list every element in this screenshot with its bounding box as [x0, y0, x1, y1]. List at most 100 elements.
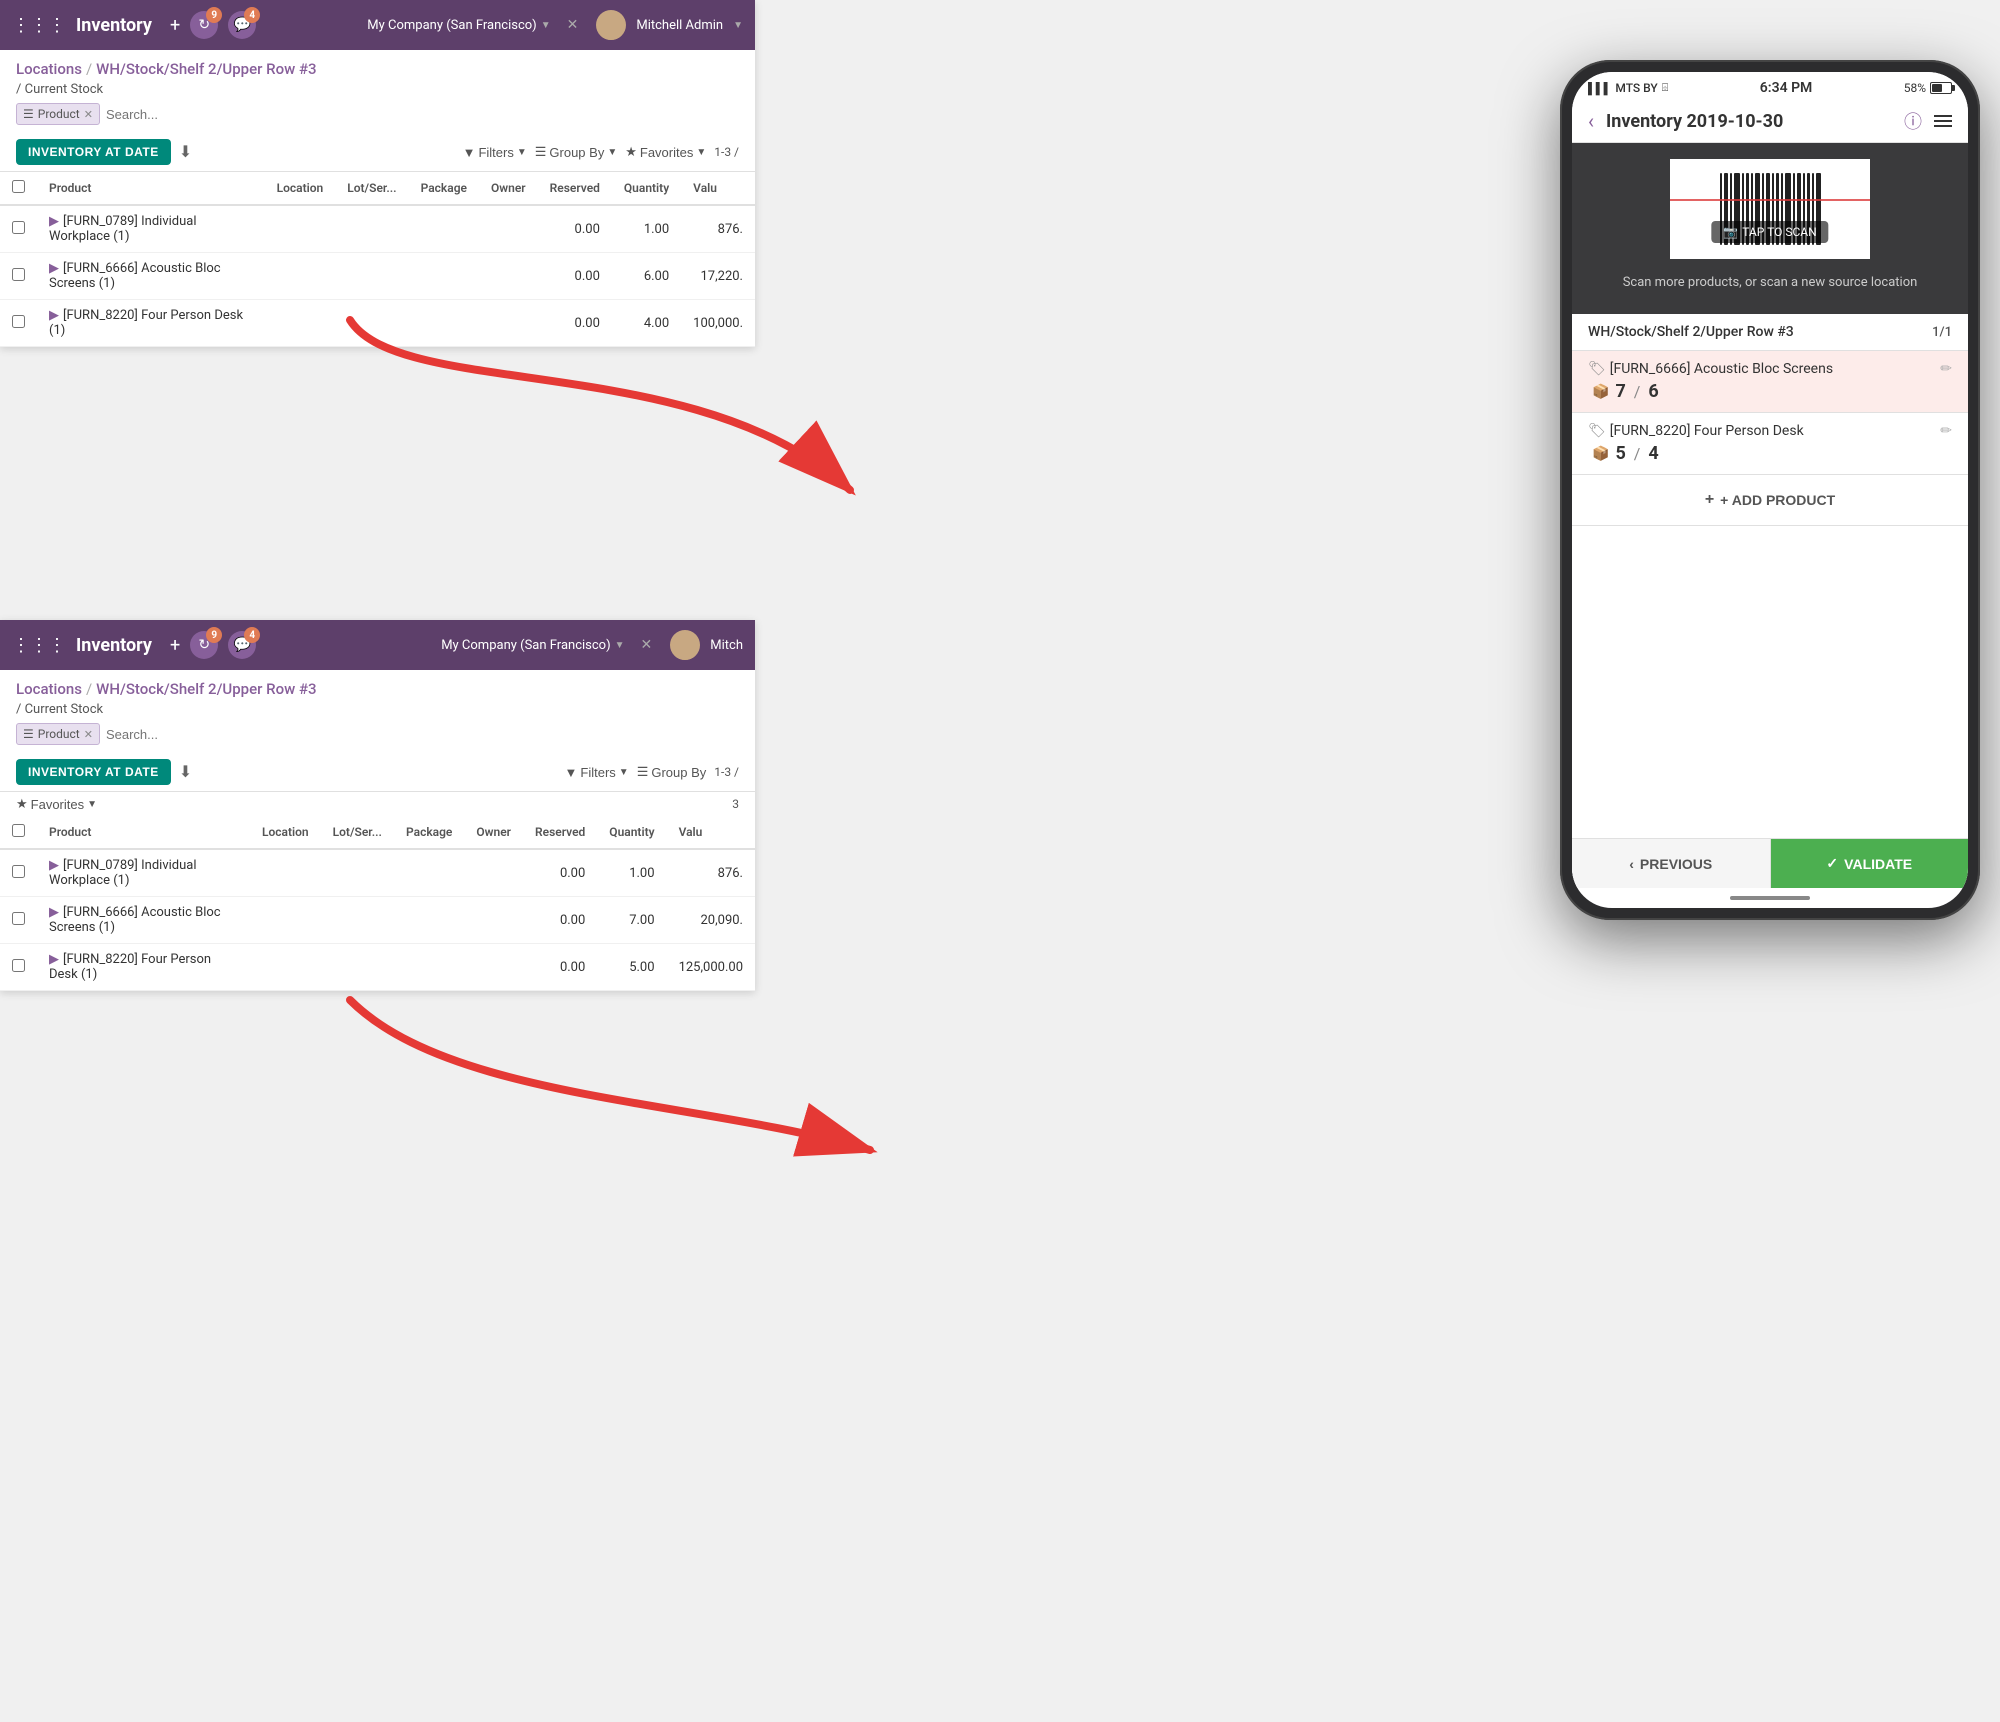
cell-location: [265, 205, 336, 253]
mobile-product-name: [FURN_6666] Acoustic Bloc Screens: [1610, 361, 1833, 377]
breadcrumb-sub: / Current Stock: [0, 82, 755, 103]
qty-counted[interactable]: 7: [1615, 381, 1625, 402]
cell-quantity: 4.00: [612, 300, 681, 347]
table-header-row-2: Product Location Lot/Ser... Package Owne…: [0, 816, 755, 849]
breadcrumb-2: Locations / WH/Stock/Shelf 2/Upper Row #…: [0, 670, 755, 702]
filters-button-2[interactable]: ▼ Filters ▼: [565, 765, 629, 780]
company-selector-2[interactable]: My Company (San Francisco) ▼: [441, 638, 624, 653]
nav-plus-button-2[interactable]: +: [170, 635, 180, 656]
edit-icon[interactable]: ✏: [1940, 423, 1952, 439]
cell-lot: [335, 300, 408, 347]
avatar[interactable]: [596, 10, 626, 40]
row-checkbox[interactable]: [12, 315, 25, 328]
cell-lot: [321, 849, 394, 897]
app-title: Inventory: [76, 15, 152, 36]
phone-header: ‹ Inventory 2019-10-30 ⓘ: [1572, 100, 1968, 143]
page-total-2: 3: [732, 797, 739, 811]
table-row[interactable]: ▶[FURN_6666] Acoustic Bloc Screens (1) 0…: [0, 897, 755, 944]
qty-slash: /: [1634, 382, 1641, 401]
favorites-button[interactable]: ★ Favorites ▼: [625, 144, 706, 160]
nav-plus-button[interactable]: +: [170, 15, 180, 36]
search-tag-product-2[interactable]: ☰ Product ✕: [16, 723, 100, 745]
edit-icon[interactable]: ✏: [1940, 361, 1952, 377]
cell-quantity: 1.00: [597, 849, 666, 897]
favorites-button-2[interactable]: ★ Favorites ▼: [16, 796, 97, 812]
download-button-2[interactable]: ⬇: [179, 762, 192, 782]
row-checkbox[interactable]: [12, 221, 25, 234]
close-session-icon[interactable]: ✕: [567, 17, 579, 33]
cell-lot: [321, 897, 394, 944]
row-checkbox[interactable]: [12, 268, 25, 281]
qty-expected: 6: [1648, 381, 1658, 402]
col-product: Product: [37, 172, 265, 205]
table-row[interactable]: ▶[FURN_0789] Individual Workplace (1) 0.…: [0, 849, 755, 897]
cell-value: 876.: [667, 849, 755, 897]
search-input[interactable]: [106, 107, 739, 122]
table-row[interactable]: ▶[FURN_6666] Acoustic Bloc Screens (1) 0…: [0, 253, 755, 300]
breadcrumb-sep1: /: [86, 60, 92, 78]
row-checkbox[interactable]: [12, 912, 25, 925]
cell-quantity: 7.00: [597, 897, 666, 944]
table-row[interactable]: ▶[FURN_8220] Four Person Desk (1) 0.00 4…: [0, 300, 755, 347]
back-button[interactable]: ‹: [1588, 109, 1594, 133]
search-input-2[interactable]: [106, 727, 739, 742]
download-button[interactable]: ⬇: [179, 142, 192, 162]
cell-location: [265, 300, 336, 347]
search-tag-close-2[interactable]: ✕: [84, 728, 93, 741]
cell-package: [409, 205, 479, 253]
groupby-button-2[interactable]: ☰ Group By: [637, 764, 707, 780]
filters-button[interactable]: ▼ Filters ▼: [463, 145, 527, 160]
tap-to-scan-overlay[interactable]: 📷 TAP TO SCAN: [1711, 221, 1828, 243]
validate-button[interactable]: ✓ VALIDATE: [1771, 839, 1969, 888]
chat-badge[interactable]: 💬 4: [228, 11, 256, 39]
grid-icon[interactable]: ⋮⋮⋮: [12, 15, 66, 36]
cell-product: ▶[FURN_6666] Acoustic Bloc Screens (1): [37, 897, 250, 944]
row-checkbox[interactable]: [12, 959, 25, 972]
qty-counted[interactable]: 5: [1615, 443, 1625, 464]
grid-icon-2[interactable]: ⋮⋮⋮: [12, 635, 66, 656]
navbar-2: ⋮⋮⋮ Inventory + ↻ 9 💬 4 My Company (San …: [0, 620, 755, 670]
notification-badge-1[interactable]: ↻ 9: [190, 11, 218, 39]
hamburger-menu[interactable]: [1934, 115, 1952, 127]
mobile-product-row[interactable]: 🏷 [FURN_6666] Acoustic Bloc Screens ✏ 📦 …: [1572, 351, 1968, 413]
search-tag-close[interactable]: ✕: [84, 108, 93, 121]
cell-location: [265, 253, 336, 300]
cell-quantity: 5.00: [597, 944, 666, 991]
breadcrumb-locations[interactable]: Locations: [16, 60, 82, 78]
search-bar-2: ☰ Product ✕: [0, 723, 755, 753]
barcode-image[interactable]: 📷 TAP TO SCAN: [1670, 159, 1870, 259]
info-icon[interactable]: ⓘ: [1904, 108, 1922, 134]
mobile-product-row[interactable]: 🏷 [FURN_8220] Four Person Desk ✏ 📦 5 / 4: [1572, 413, 1968, 475]
inventory-at-date-button[interactable]: INVENTORY AT DATE: [16, 139, 171, 165]
notification-badge-2a[interactable]: ↻ 9: [190, 631, 218, 659]
company-name-2: My Company (San Francisco): [441, 638, 610, 653]
search-tag-product[interactable]: ☰ Product ✕: [16, 103, 100, 125]
cell-owner: [464, 897, 523, 944]
col-location: Location: [265, 172, 336, 205]
cell-reserved: 0.00: [523, 849, 597, 897]
groupby-button[interactable]: ☰ Group By ▼: [535, 144, 617, 160]
breadcrumb-path-2[interactable]: WH/Stock/Shelf 2/Upper Row #3: [96, 680, 316, 698]
col-quantity: Quantity: [612, 172, 681, 205]
cell-package: [394, 944, 464, 991]
toolbar-2: INVENTORY AT DATE ⬇ ▼ Filters ▼ ☰ Group …: [0, 753, 755, 792]
cell-reserved: 0.00: [523, 944, 597, 991]
breadcrumb-path[interactable]: WH/Stock/Shelf 2/Upper Row #3: [96, 60, 316, 78]
chat-badge-2[interactable]: 💬 4: [228, 631, 256, 659]
table-row[interactable]: ▶[FURN_0789] Individual Workplace (1) 0.…: [0, 205, 755, 253]
add-product-button[interactable]: + + ADD PRODUCT: [1705, 491, 1835, 509]
close-session-icon-2[interactable]: ✕: [641, 637, 653, 653]
table-row[interactable]: ▶[FURN_8220] Four Person Desk (1) 0.00 5…: [0, 944, 755, 991]
breadcrumb-locations-2[interactable]: Locations: [16, 680, 82, 698]
app-title-2: Inventory: [76, 635, 152, 656]
cell-owner: [479, 300, 538, 347]
avatar-2[interactable]: [670, 630, 700, 660]
previous-button[interactable]: ‹ PREVIOUS: [1572, 839, 1771, 888]
inventory-at-date-button-2[interactable]: INVENTORY AT DATE: [16, 759, 171, 785]
row-checkbox[interactable]: [12, 865, 25, 878]
company-selector[interactable]: My Company (San Francisco) ▼: [367, 18, 550, 33]
wifi-icon: ⌹: [1662, 81, 1669, 95]
select-all-checkbox[interactable]: [12, 180, 25, 193]
battery-icon: [1930, 82, 1952, 94]
select-all-checkbox-2[interactable]: [12, 824, 25, 837]
